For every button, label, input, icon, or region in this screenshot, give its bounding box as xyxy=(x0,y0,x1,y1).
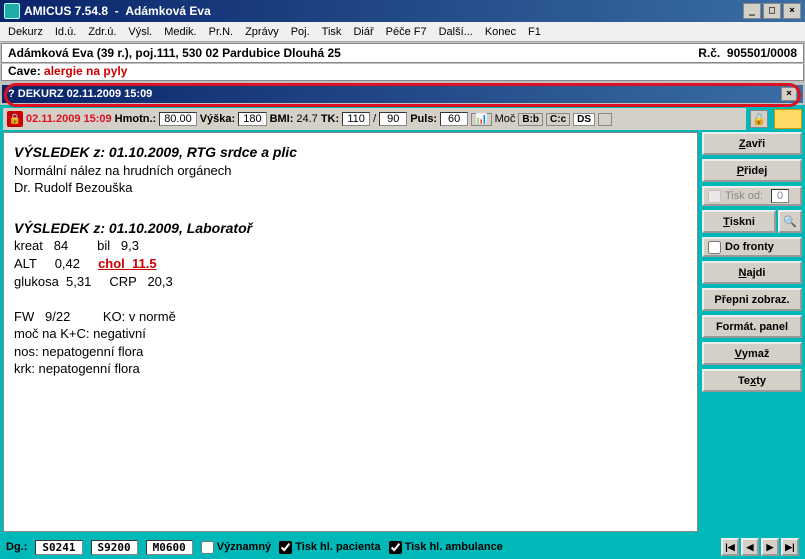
tk-dia-field[interactable]: 90 xyxy=(379,112,407,126)
menu-pece[interactable]: Péče F7 xyxy=(386,26,427,38)
pridej-button[interactable]: Přidej xyxy=(702,159,802,182)
result-heading-2: VÝSLEDEK z: 01.10.2009, Laboratoř xyxy=(14,219,687,238)
menu-dekurz[interactable]: Dekurz xyxy=(8,26,43,38)
tisk-ambulance-check[interactable]: Tisk hl. ambulance xyxy=(389,541,503,554)
ds-tab[interactable]: DS xyxy=(573,113,595,126)
preview-icon-button[interactable]: 🔍 xyxy=(778,210,802,233)
result-heading-1: VÝSLEDEK z: 01.10.2009, RTG srdce a plic xyxy=(14,143,687,162)
minimize-button[interactable]: _ xyxy=(743,3,761,19)
tk-sys-field[interactable]: 110 xyxy=(342,112,370,126)
menu-zdru[interactable]: Zdr.ú. xyxy=(88,26,116,38)
maximize-button[interactable]: □ xyxy=(763,3,781,19)
tisk-pacienta-check[interactable]: Tisk hl. pacienta xyxy=(279,541,380,554)
moc-b-tab[interactable]: B:b xyxy=(518,113,543,126)
menu-vysl[interactable]: Výsl. xyxy=(128,26,152,38)
extra-tab[interactable] xyxy=(598,113,612,126)
first-record-button[interactable]: |◀ xyxy=(721,538,739,556)
najdi-button[interactable]: Najdi xyxy=(702,261,802,284)
dekurz-date: 02.11.2009 15:09 xyxy=(26,113,112,125)
dg1-field[interactable]: S0241 xyxy=(35,540,82,555)
menubar: Dekurz Id.ú. Zdr.ú. Výsl. Medik. Pr.N. Z… xyxy=(0,22,805,42)
side-buttons: Zavři Přidej Tisk od:0 Tiskni 🔍 Do front… xyxy=(702,132,802,532)
dg3-field[interactable]: M0600 xyxy=(146,540,193,555)
menu-idu[interactable]: Id.ú. xyxy=(55,26,76,38)
moc-c-tab[interactable]: C:c xyxy=(546,113,570,126)
subwindow-close-button[interactable]: × xyxy=(781,87,797,101)
menu-f1[interactable]: F1 xyxy=(528,26,541,38)
editor-pane[interactable]: VÝSLEDEK z: 01.10.2009, RTG srdce a plic… xyxy=(3,132,698,532)
cave-bar: Cave: alergie na pyly xyxy=(1,64,804,81)
patient-bar: Adámková Eva (39 r.), poj.111, 530 02 Pa… xyxy=(1,43,804,63)
footer-bar: Dg.: S0241 S9200 M0600 Významný Tisk hl.… xyxy=(0,535,805,559)
lock-icon[interactable]: 🔒 xyxy=(7,111,23,127)
vymaz-button[interactable]: Vymaž xyxy=(702,342,802,365)
vyznamny-check[interactable]: Významný xyxy=(201,541,271,554)
tiskod-check[interactable]: Tisk od:0 xyxy=(702,186,802,206)
vital-bar: 🔒 02.11.2009 15:09 Hmotn.:80.00 Výška:18… xyxy=(3,108,746,130)
menu-dalsi[interactable]: Další... xyxy=(439,26,473,38)
menu-medik[interactable]: Medik. xyxy=(164,26,196,38)
patient-line: Adámková Eva (39 r.), poj.111, 530 02 Pa… xyxy=(8,46,341,60)
format-button[interactable]: Formát. panel xyxy=(702,315,802,338)
tiskni-button[interactable]: Tiskni xyxy=(702,210,776,233)
menu-poj[interactable]: Poj. xyxy=(291,26,310,38)
texty-button[interactable]: Texty xyxy=(702,369,802,392)
subwindow-titlebar: ? DEKURZ 02.11.2009 15:09 × xyxy=(2,85,803,103)
prev-record-button[interactable]: ◀ xyxy=(741,538,759,556)
hmotn-field[interactable]: 80.00 xyxy=(159,112,197,126)
chart-icon[interactable]: 📊 xyxy=(471,113,491,126)
padlock-icon[interactable]: 🔓 xyxy=(750,110,768,128)
app-icon xyxy=(4,3,20,19)
dg2-field[interactable]: S9200 xyxy=(91,540,138,555)
menu-zpravy[interactable]: Zprávy xyxy=(245,26,279,38)
patient-rc: R.č. 905501/0008 xyxy=(698,46,797,60)
menu-diar[interactable]: Diář xyxy=(353,26,373,38)
chol-abnormal: chol 11.5 xyxy=(98,256,157,271)
last-record-button[interactable]: ▶| xyxy=(781,538,799,556)
close-button[interactable]: × xyxy=(783,3,801,19)
menu-tisk[interactable]: Tisk xyxy=(322,26,342,38)
dofronty-check[interactable]: Do fronty xyxy=(702,237,802,257)
window-title: AMICUS 7.54.8 - Adámková Eva xyxy=(24,4,743,18)
menu-prn[interactable]: Pr.N. xyxy=(209,26,233,38)
book-icon[interactable] xyxy=(774,109,802,129)
cave-text: alergie na pyly xyxy=(44,64,127,78)
prepni-button[interactable]: Přepni zobraz. xyxy=(702,288,802,311)
zavri-button[interactable]: Zavři xyxy=(702,132,802,155)
puls-field[interactable]: 60 xyxy=(440,112,468,126)
menu-konec[interactable]: Konec xyxy=(485,26,516,38)
next-record-button[interactable]: ▶ xyxy=(761,538,779,556)
vyska-field[interactable]: 180 xyxy=(238,112,266,126)
titlebar: AMICUS 7.54.8 - Adámková Eva _ □ × xyxy=(0,0,805,22)
